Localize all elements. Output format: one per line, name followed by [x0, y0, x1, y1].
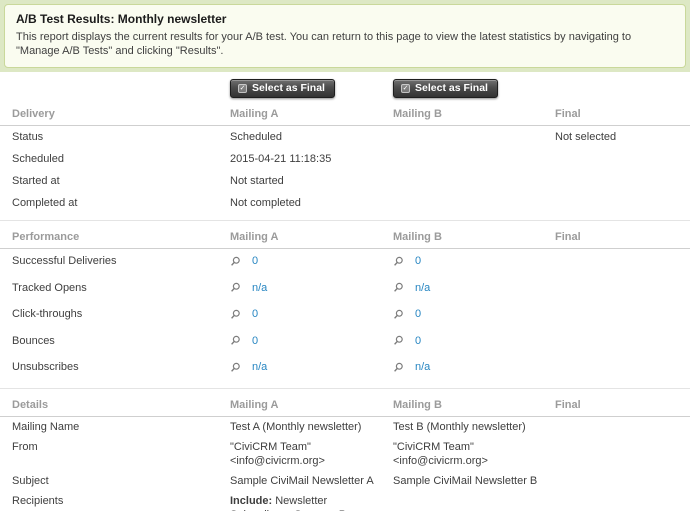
- table-row: From "CiviCRM Team" <info@civicrm.org> "…: [0, 437, 690, 471]
- column-header-final: Final: [555, 388, 690, 416]
- row-label: Started at: [0, 170, 230, 192]
- magnifier-icon: [393, 256, 404, 267]
- select-final-a-button[interactable]: ✓ Select as Final: [230, 79, 335, 98]
- section-title-details: Details: [0, 388, 230, 416]
- metric-link-b[interactable]: n/a: [415, 281, 430, 295]
- row-label: Scheduled: [0, 148, 230, 170]
- row-label: Recipients: [0, 491, 230, 511]
- completed-a-value: Not completed: [230, 192, 393, 214]
- section-title-performance: Performance: [0, 221, 230, 249]
- magnifier-icon: [393, 282, 404, 293]
- check-box-icon: ✓: [401, 84, 410, 93]
- mailing-name-b: Test B (Monthly newsletter): [393, 416, 555, 437]
- delivery-table: Delivery Mailing A Mailing B Final Statu…: [0, 102, 690, 214]
- row-label: Successful Deliveries: [0, 249, 230, 276]
- from-b: "CiviCRM Team" <info@civicrm.org>: [393, 437, 555, 471]
- mailing-name-a: Test A (Monthly newsletter): [230, 416, 393, 437]
- row-label: Bounces: [0, 329, 230, 356]
- table-row: Recipients Include: Newsletter Subscribe…: [0, 491, 690, 511]
- status-b-value: [393, 126, 555, 149]
- page-title: A/B Test Results: Monthly newsletter: [16, 12, 674, 26]
- metric-link-a[interactable]: n/a: [252, 360, 267, 374]
- table-row: Unsubscribes n/a n/a: [0, 355, 690, 382]
- column-header-mailing-b: Mailing B: [393, 221, 555, 249]
- magnifier-icon: [230, 282, 241, 293]
- metric-link-b[interactable]: n/a: [415, 360, 430, 374]
- column-header-final: Final: [555, 102, 690, 126]
- magnifier-icon: [230, 309, 241, 320]
- select-final-b-label: Select as Final: [415, 82, 488, 94]
- section-title-delivery: Delivery: [0, 102, 230, 126]
- buttons-table: ✓ Select as Final ✓ Select as Final: [0, 75, 690, 102]
- page-background-band: A/B Test Results: Monthly newsletter Thi…: [0, 0, 690, 72]
- table-row: Tracked Opens n/a n/a: [0, 276, 690, 303]
- status-message-text: This report displays the current results…: [16, 30, 674, 58]
- metric-link-b[interactable]: 0: [415, 307, 421, 321]
- row-label: Status: [0, 126, 230, 149]
- column-header-mailing-a: Mailing A: [230, 388, 393, 416]
- magnifier-icon: [393, 309, 404, 320]
- status-message: A/B Test Results: Monthly newsletter Thi…: [4, 4, 686, 68]
- select-final-a-label: Select as Final: [252, 82, 325, 94]
- subject-a: Sample CiviMail Newsletter A: [230, 471, 393, 491]
- column-header-mailing-b: Mailing B: [393, 388, 555, 416]
- row-label: Subject: [0, 471, 230, 491]
- row-label: From: [0, 437, 230, 471]
- row-label: Unsubscribes: [0, 355, 230, 382]
- magnifier-icon: [230, 335, 241, 346]
- spacer-cell: [555, 75, 690, 102]
- column-header-mailing-a: Mailing A: [230, 102, 393, 126]
- row-label: Mailing Name: [0, 416, 230, 437]
- scheduled-a-value: 2015-04-21 11:18:35: [230, 148, 393, 170]
- metric-link-b[interactable]: 0: [415, 334, 421, 348]
- row-label: Click-throughs: [0, 302, 230, 329]
- status-a-value: Scheduled: [230, 126, 393, 149]
- row-label: Tracked Opens: [0, 276, 230, 303]
- metric-link-a[interactable]: 0: [252, 307, 258, 321]
- check-box-icon: ✓: [238, 84, 247, 93]
- subject-b: Sample CiviMail Newsletter B: [393, 471, 555, 491]
- metric-link-a[interactable]: 0: [252, 254, 258, 268]
- select-final-b-button[interactable]: ✓ Select as Final: [393, 79, 498, 98]
- magnifier-icon: [230, 256, 241, 267]
- table-row: Successful Deliveries 0 0: [0, 249, 690, 276]
- status-final-value: Not selected: [555, 126, 690, 149]
- table-row: Bounces 0 0: [0, 329, 690, 356]
- recipients-a: Include: Newsletter Subscribers, Summer …: [230, 491, 393, 511]
- started-a-value: Not started: [230, 170, 393, 192]
- magnifier-icon: [230, 362, 241, 373]
- magnifier-icon: [393, 362, 404, 373]
- metric-link-a[interactable]: 0: [252, 334, 258, 348]
- metric-link-b[interactable]: 0: [415, 254, 421, 268]
- column-header-mailing-a: Mailing A: [230, 221, 393, 249]
- include-label: Include:: [230, 495, 272, 507]
- column-header-mailing-b: Mailing B: [393, 102, 555, 126]
- spacer-cell: [0, 75, 230, 102]
- from-a: "CiviCRM Team" <info@civicrm.org>: [230, 437, 393, 471]
- table-row: Click-throughs 0 0: [0, 302, 690, 329]
- magnifier-icon: [393, 335, 404, 346]
- metric-link-a[interactable]: n/a: [252, 281, 267, 295]
- table-row: Subject Sample CiviMail Newsletter A Sam…: [0, 471, 690, 491]
- performance-table: Performance Mailing A Mailing B Final Su…: [0, 220, 690, 382]
- table-row: Mailing Name Test A (Monthly newsletter)…: [0, 416, 690, 437]
- column-header-final: Final: [555, 221, 690, 249]
- row-label: Completed at: [0, 192, 230, 214]
- details-table: Details Mailing A Mailing B Final Mailin…: [0, 388, 690, 511]
